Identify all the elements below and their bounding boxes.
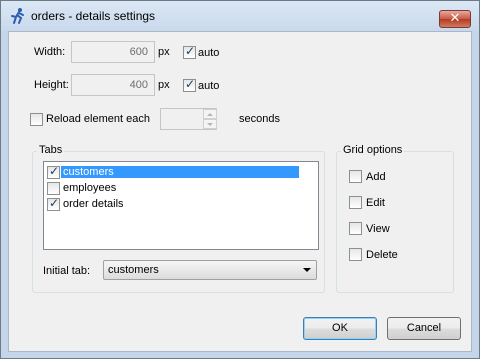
grid-add-checkbox[interactable]	[349, 170, 362, 183]
close-icon: ✕	[449, 11, 461, 26]
close-button[interactable]: ✕	[439, 10, 471, 28]
initial-tab-label: Initial tab:	[43, 265, 91, 277]
tabs-group-title: Tabs	[37, 144, 65, 156]
arrow-up-icon	[207, 113, 213, 116]
spinner-up-button[interactable]	[203, 109, 217, 119]
cancel-button[interactable]: Cancel	[387, 317, 461, 340]
grid-edit-checkbox[interactable]	[349, 196, 362, 209]
height-label: Height:	[34, 79, 69, 91]
width-auto-label: auto	[198, 47, 220, 59]
initial-tab-select[interactable]: customers	[103, 260, 317, 280]
reload-unit: seconds	[239, 113, 280, 125]
reload-label: Reload element each	[46, 113, 150, 125]
tab-customers-checkbox[interactable]	[47, 164, 60, 179]
dialog-body: Width: 600 px auto Height: 400 px auto R…	[8, 31, 472, 352]
width-label: Width:	[34, 46, 66, 58]
tab-item-customers[interactable]: customers	[45, 164, 317, 181]
tab-order-details-checkbox[interactable]	[47, 196, 60, 211]
grid-delete-label: Delete	[366, 249, 398, 261]
chevron-down-icon	[303, 268, 311, 272]
tab-item-label: customers	[61, 166, 299, 178]
window-title: orders - details settings	[31, 9, 156, 23]
height-auto-label: auto	[198, 80, 220, 92]
arrow-down-icon	[207, 123, 213, 126]
tab-employees-checkbox[interactable]	[47, 182, 60, 195]
title-bar[interactable]: orders - details settings ✕	[1, 1, 479, 31]
width-input[interactable]: 600	[71, 41, 155, 63]
initial-tab-value: customers	[108, 264, 159, 276]
grid-view-label: View	[366, 223, 390, 235]
height-unit: px	[158, 79, 170, 91]
grid-edit-label: Edit	[366, 197, 385, 209]
tab-item-label: employees	[63, 182, 117, 194]
tab-item-order-details[interactable]: order details	[45, 196, 317, 213]
ok-button[interactable]: OK	[303, 317, 377, 340]
grid-view-checkbox[interactable]	[349, 222, 362, 235]
running-person-icon	[11, 8, 24, 24]
tab-item-label: order details	[63, 198, 124, 210]
tabs-list[interactable]: customers employees order details	[43, 161, 319, 250]
spinner-down-button[interactable]	[203, 119, 217, 129]
grid-options-title: Grid options	[341, 144, 405, 156]
width-unit: px	[158, 46, 170, 58]
height-auto-checkbox[interactable]	[183, 77, 196, 92]
width-auto-checkbox[interactable]	[183, 44, 196, 59]
reload-checkbox[interactable]	[30, 113, 43, 126]
reload-seconds-spinner[interactable]	[160, 108, 217, 130]
grid-add-label: Add	[366, 171, 386, 183]
height-input[interactable]: 400	[71, 74, 155, 96]
tab-item-employees[interactable]: employees	[45, 181, 317, 197]
dialog-window: orders - details settings ✕ Width: 600 p…	[0, 0, 480, 359]
grid-delete-checkbox[interactable]	[349, 248, 362, 261]
